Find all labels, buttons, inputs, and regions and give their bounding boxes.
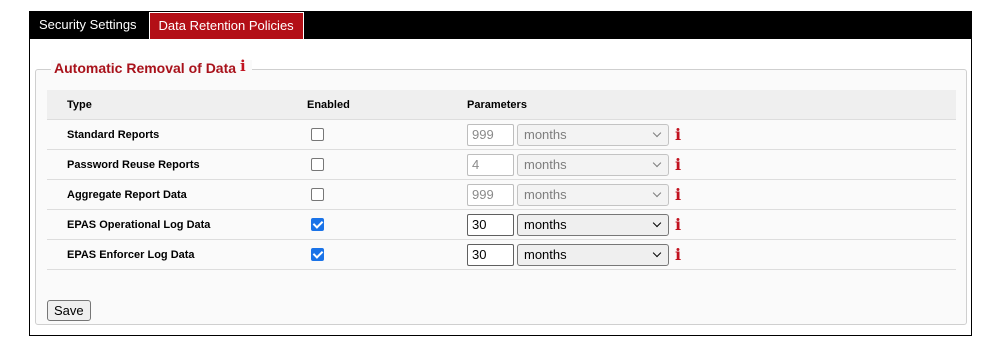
enabled-checkbox[interactable]	[311, 128, 324, 141]
unit-label: months	[524, 127, 567, 142]
main-frame: Security Settings Data Retention Policie…	[29, 11, 972, 336]
retention-value-input[interactable]: 999	[467, 183, 514, 206]
retention-value-input[interactable]: 30	[467, 213, 514, 236]
chevron-down-icon	[652, 218, 662, 228]
unit-label: months	[524, 247, 567, 262]
info-icon[interactable]: i	[675, 186, 681, 203]
retention-value-input[interactable]: 30	[467, 243, 514, 266]
chevron-down-icon	[652, 188, 662, 198]
info-icon[interactable]: i	[240, 58, 246, 74]
save-button[interactable]: Save	[47, 300, 91, 321]
header-parameters: Parameters	[467, 98, 527, 111]
table-header-row: Type Enabled Parameters	[47, 90, 956, 120]
table-row: Aggregate Report Data 999 months i	[47, 180, 956, 210]
table-row: EPAS Enforcer Log Data 30 months i	[47, 240, 956, 270]
row-type-label: Aggregate Report Data	[67, 188, 187, 201]
retention-unit-select[interactable]: months	[517, 213, 669, 236]
info-icon[interactable]: i	[675, 126, 681, 143]
enabled-checkbox[interactable]	[311, 158, 324, 171]
info-icon[interactable]: i	[675, 216, 681, 233]
header-type: Type	[67, 98, 92, 111]
row-type-label: Standard Reports	[67, 128, 160, 141]
chevron-down-icon	[652, 248, 662, 258]
retention-panel: Automatic Removal of Data i Type Enabled…	[35, 58, 967, 325]
tab-data-retention-policies[interactable]: Data Retention Policies	[148, 12, 304, 39]
chevron-down-icon	[652, 158, 662, 168]
enabled-checkbox[interactable]	[311, 248, 324, 261]
retention-value-input[interactable]: 4	[467, 153, 514, 176]
tab-security-settings[interactable]: Security Settings	[30, 12, 146, 39]
retention-unit-select[interactable]: months	[517, 243, 669, 266]
retention-value-input[interactable]: 999	[467, 123, 514, 146]
retention-unit-select[interactable]: months	[517, 183, 669, 206]
table-row: EPAS Operational Log Data 30 months i	[47, 210, 956, 240]
enabled-checkbox[interactable]	[311, 188, 324, 201]
table-row: Password Reuse Reports 4 months i	[47, 150, 956, 180]
row-type-label: EPAS Operational Log Data	[67, 218, 211, 231]
info-icon[interactable]: i	[675, 246, 681, 263]
header-enabled: Enabled	[307, 98, 350, 111]
chevron-down-icon	[652, 128, 662, 138]
tab-bar: Security Settings Data Retention Policie…	[30, 12, 971, 39]
row-type-label: Password Reuse Reports	[67, 158, 200, 171]
info-icon[interactable]: i	[675, 156, 681, 173]
retention-unit-select[interactable]: months	[517, 153, 669, 176]
row-type-label: EPAS Enforcer Log Data	[67, 248, 195, 261]
unit-label: months	[524, 157, 567, 172]
table-row: Standard Reports 999 months i	[47, 120, 956, 150]
enabled-checkbox[interactable]	[311, 218, 324, 231]
retention-table: Type Enabled Parameters Standard Reports…	[47, 90, 956, 270]
unit-label: months	[524, 217, 567, 232]
retention-unit-select[interactable]: months	[517, 123, 669, 146]
unit-label: months	[524, 187, 567, 202]
section-header: Automatic Removal of Data i	[51, 58, 252, 76]
section-title: Automatic Removal of Data	[54, 60, 237, 76]
